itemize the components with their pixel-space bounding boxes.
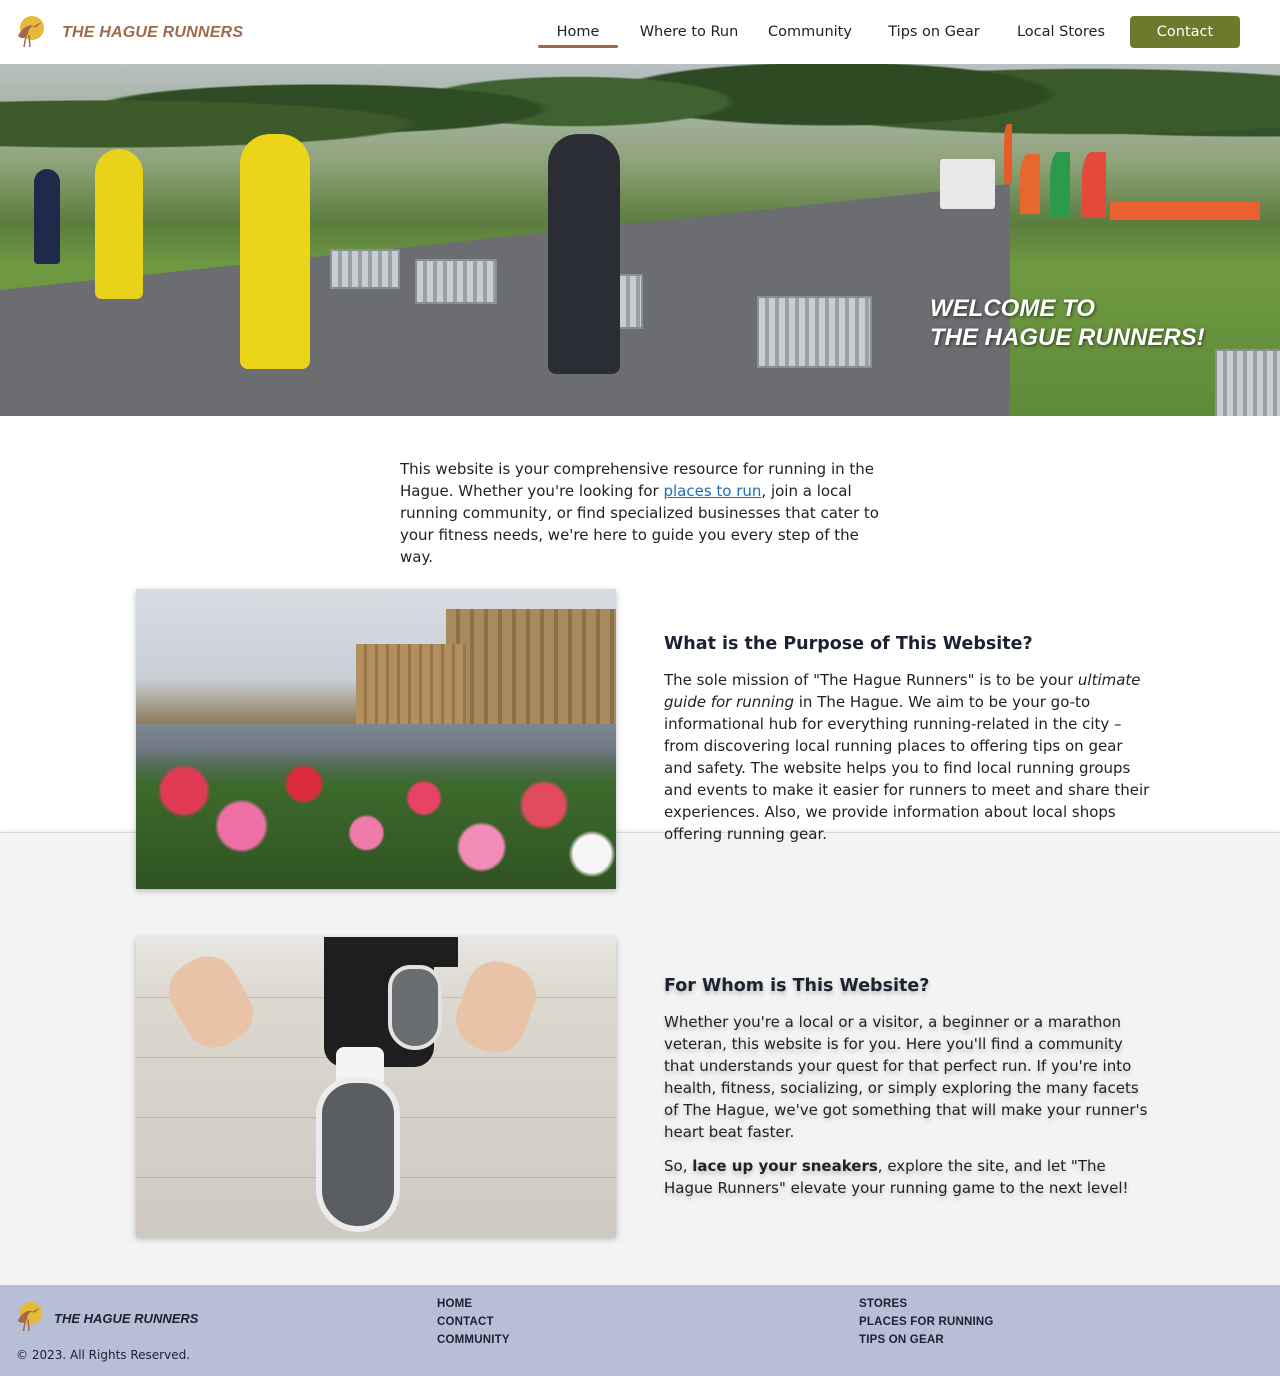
footer-brand-title: THE HAGUE RUNNERS — [54, 1310, 199, 1326]
footer-link-contact[interactable]: CONTACT — [437, 1316, 510, 1328]
site-footer: THE HAGUE RUNNERS © 2023. All Rights Res… — [0, 1285, 1280, 1376]
nav-local-stores[interactable]: Local Stores — [1010, 16, 1112, 48]
footer-link-places-for-running[interactable]: PLACES FOR RUNNING — [859, 1316, 994, 1328]
hero-flag — [1004, 124, 1012, 184]
hero-flag — [1082, 152, 1106, 218]
hague-pond-photo — [136, 589, 616, 889]
purpose-paragraph: The sole mission of "The Hague Runners" … — [664, 669, 1150, 845]
nav-community[interactable]: Community — [764, 16, 856, 48]
nav-tips-on-gear[interactable]: Tips on Gear — [886, 16, 982, 48]
nav-home[interactable]: Home — [538, 16, 618, 48]
footer-links-col-1: HOME CONTACT COMMUNITY — [437, 1298, 510, 1346]
site-header: THE HAGUE RUNNERS Home Where to Run Comm… — [0, 0, 1280, 64]
photo-back-shoe — [388, 965, 442, 1050]
photo-building — [446, 609, 616, 724]
hero-runner — [95, 149, 143, 299]
places-to-run-link[interactable]: places to run — [663, 482, 761, 500]
photo-flowers — [136, 749, 616, 889]
footer-link-stores[interactable]: STORES — [859, 1298, 994, 1310]
purpose-text-start: The sole mission of "The Hague Runners" … — [664, 671, 1078, 689]
hero-runner — [34, 169, 60, 264]
photo-hand — [447, 952, 545, 1062]
hero-flag — [1050, 152, 1070, 218]
footer-brand[interactable]: THE HAGUE RUNNERS — [14, 1300, 198, 1336]
photo-front-shoe — [316, 1077, 400, 1232]
hero-heading-line2: THE HAGUE RUNNERS! — [930, 324, 1205, 351]
hero-crate — [1215, 349, 1280, 416]
brand[interactable]: THE HAGUE RUNNERS — [14, 14, 243, 52]
photo-hand — [158, 945, 264, 1059]
footer-link-tips-on-gear[interactable]: TIPS ON GEAR — [859, 1334, 994, 1346]
hero-crate — [415, 259, 497, 304]
purpose-title: What is the Purpose of This Website? — [664, 634, 1033, 654]
hero-heading: WELCOME TO THE HAGUE RUNNERS! — [930, 294, 1205, 352]
audience-text: Whether you're a local or a visitor, a b… — [664, 1011, 1150, 1211]
intro-text: This website is your comprehensive resou… — [400, 458, 880, 568]
hero-runner — [240, 134, 310, 369]
footer-link-community[interactable]: COMMUNITY — [437, 1334, 510, 1346]
footer-link-home[interactable]: HOME — [437, 1298, 510, 1310]
photo-leggings — [398, 937, 458, 967]
nav-where-to-run[interactable]: Where to Run — [630, 16, 748, 48]
hero-van — [940, 159, 995, 209]
lacing-sneakers-photo — [136, 937, 616, 1237]
hero-crate — [330, 249, 400, 289]
brand-title: THE HAGUE RUNNERS — [62, 24, 244, 41]
main-nav: Home Where to Run Community Tips on Gear… — [538, 16, 1240, 48]
hero-banner-fence — [1110, 202, 1260, 220]
hero-banner: WELCOME TO THE HAGUE RUNNERS! — [0, 64, 1280, 416]
purpose-text-end: in The Hague. We aim to be your go-to in… — [664, 693, 1150, 843]
audience-paragraph-1: Whether you're a local or a visitor, a b… — [664, 1013, 1148, 1141]
hero-crate — [757, 296, 872, 368]
hero-heading-line1: WELCOME TO — [930, 295, 1095, 322]
hero-runner — [548, 134, 620, 374]
audience-p2-bold: lace up your sneakers — [692, 1157, 878, 1175]
hero-flag — [1020, 154, 1040, 214]
audience-paragraph-2: So, lace up your sneakers, explore the s… — [664, 1155, 1150, 1199]
heron-icon — [14, 1300, 46, 1336]
footer-copyright: © 2023. All Rights Reserved. — [16, 1348, 191, 1362]
heron-icon — [14, 14, 48, 52]
footer-links-col-2: STORES PLACES FOR RUNNING TIPS ON GEAR — [859, 1298, 994, 1346]
contact-button[interactable]: Contact — [1130, 16, 1240, 48]
photo-building — [356, 644, 466, 724]
purpose-text: The sole mission of "The Hague Runners" … — [664, 669, 1150, 857]
audience-title: For Whom is This Website? — [664, 976, 930, 996]
audience-p2-start: So, — [664, 1157, 693, 1175]
